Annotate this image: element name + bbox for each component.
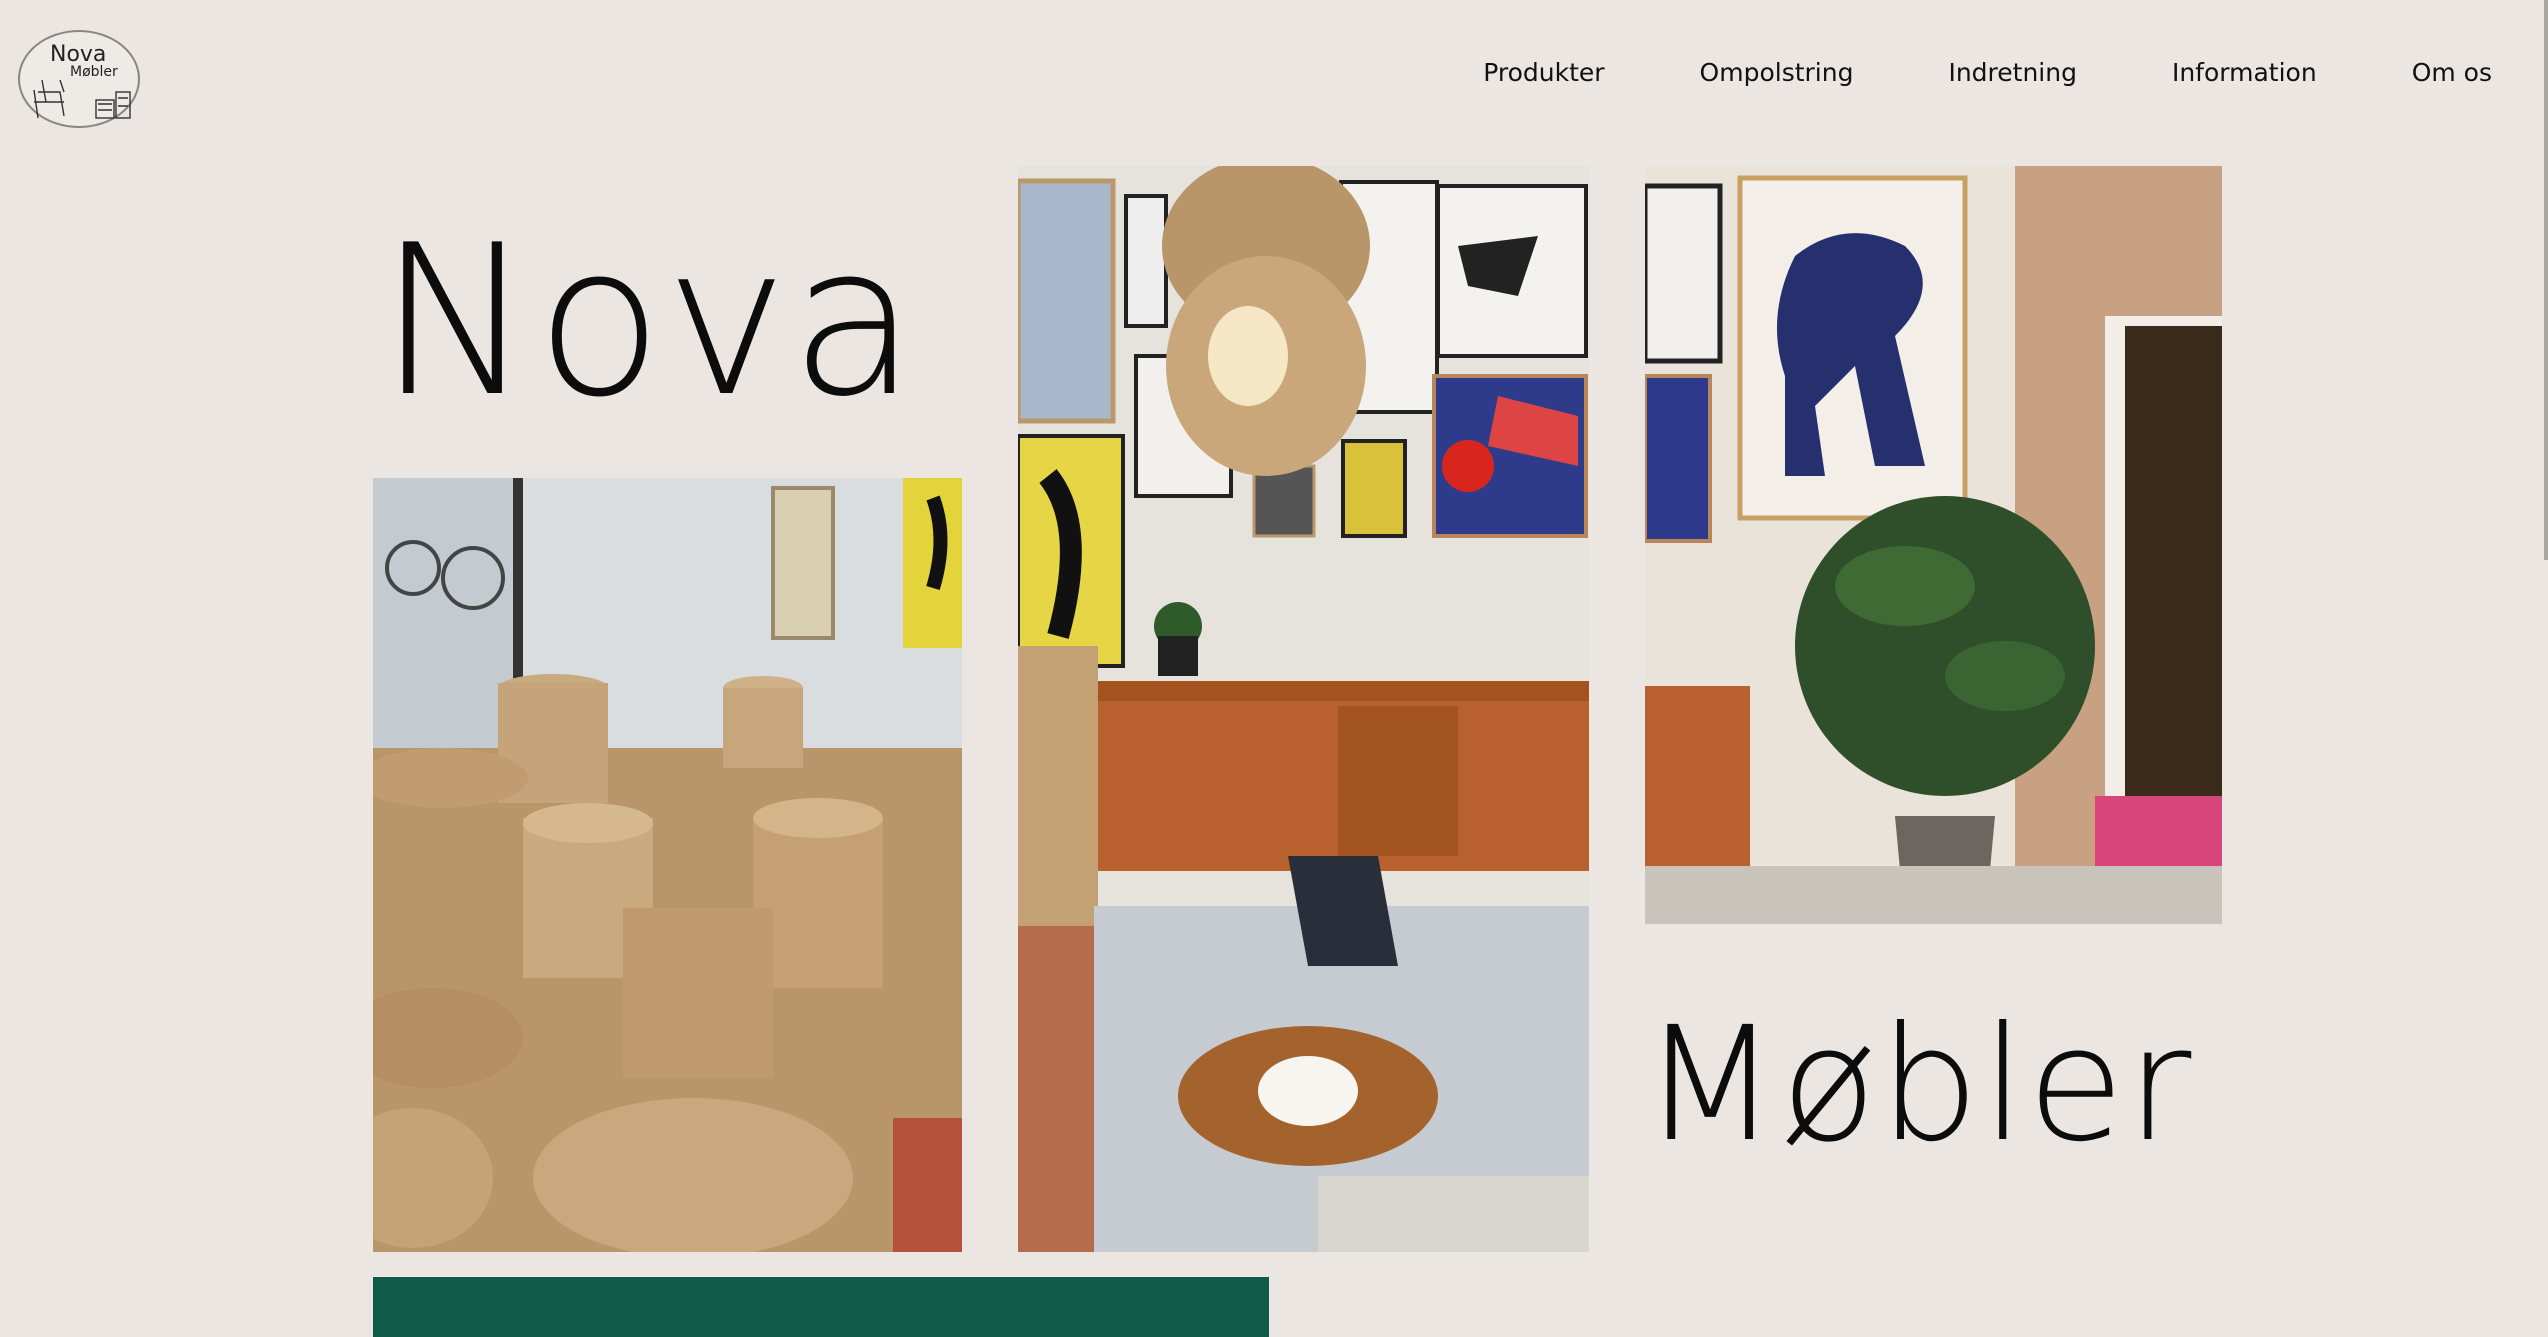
living-room-photo bbox=[1018, 166, 1589, 1252]
scrollbar[interactable] bbox=[2544, 0, 2548, 560]
nav-ompolstring[interactable]: Ompolstring bbox=[1700, 58, 1854, 87]
nav-produkter[interactable]: Produkter bbox=[1483, 58, 1604, 87]
nav-indretning[interactable]: Indretning bbox=[1948, 58, 2077, 87]
armchair-icon bbox=[33, 79, 131, 119]
nav-om-os[interactable]: Om os bbox=[2412, 58, 2492, 87]
hero-word-mobler: Møbler bbox=[1642, 993, 2194, 1177]
main-nav: Produkter Ompolstring Indretning Informa… bbox=[1483, 58, 2492, 87]
green-banner bbox=[373, 1277, 1269, 1337]
baskets-photo bbox=[373, 478, 962, 1252]
nav-information[interactable]: Information bbox=[2172, 58, 2317, 87]
logo[interactable]: Nova Møbler bbox=[18, 30, 140, 128]
plant-room-photo bbox=[1645, 166, 2222, 924]
hero-word-nova: Nova bbox=[378, 201, 920, 443]
